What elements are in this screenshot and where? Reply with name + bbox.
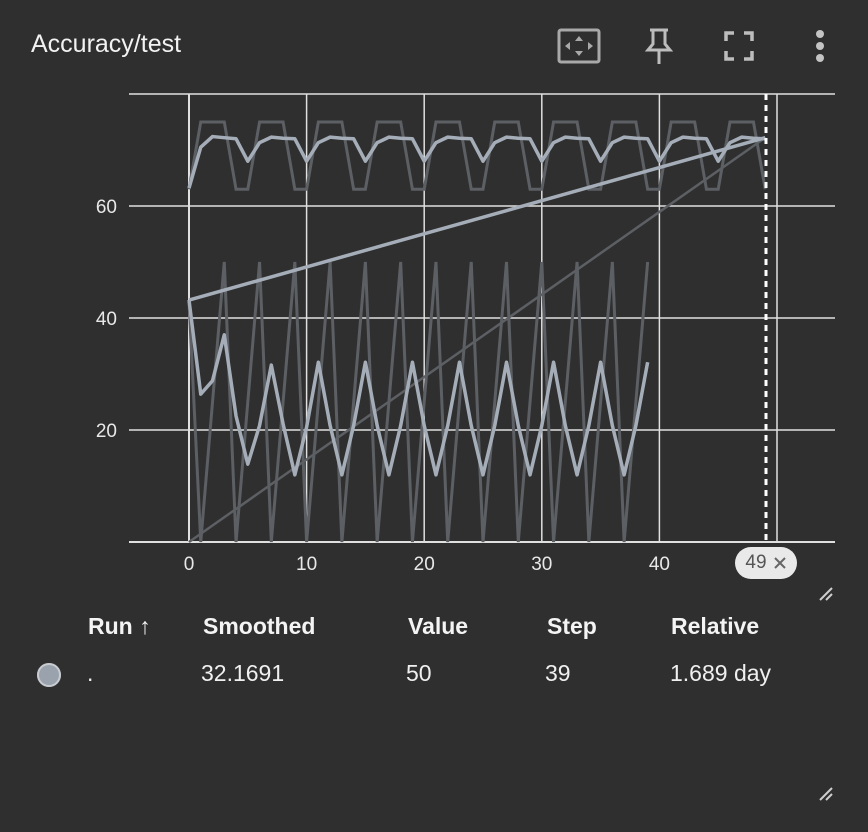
cell-value: 50 [406, 660, 432, 686]
close-icon[interactable] [773, 556, 787, 570]
resize-handle-icon[interactable] [818, 586, 834, 602]
series-line-1 [188, 135, 766, 302]
column-header-value[interactable]: Value [408, 613, 468, 640]
series-raw-top-line [187, 120, 767, 191]
column-header-step[interactable]: Step [547, 613, 597, 640]
column-header-run[interactable]: Run ↑ [88, 613, 151, 640]
x-tick-label: 40 [649, 554, 670, 575]
cell-smoothed: 32.1691 [201, 660, 285, 686]
column-header-smoothed[interactable]: Smoothed [203, 613, 315, 640]
scalar-card: Accuracy/test 010203040204060 49 [0, 0, 868, 832]
column-header-relative[interactable]: Relative [671, 613, 759, 640]
chart-series [187, 120, 767, 544]
x-tick-label: 30 [531, 554, 552, 575]
x-tick-label: 20 [414, 554, 435, 575]
cell-step: 39 [545, 660, 571, 686]
series-raw-diagonal [188, 136, 766, 544]
step-badge-label: 49 [745, 552, 767, 573]
run-color-swatch[interactable] [37, 663, 61, 687]
cell-relative: 1.689 day [670, 660, 772, 686]
x-tick-label: 10 [296, 554, 317, 575]
x-tick-label: 0 [184, 554, 195, 575]
chart-ticks: 0 10 20 30 40 20 40 60 [96, 197, 670, 575]
y-tick-label: 40 [96, 309, 117, 330]
y-tick-label: 60 [96, 197, 117, 218]
line-chart[interactable]: 0 10 20 30 40 20 40 60 [0, 0, 868, 600]
step-badge[interactable]: 49 [735, 547, 797, 579]
cell-run: . [87, 660, 94, 686]
y-tick-label: 20 [96, 421, 117, 442]
resize-handle-icon[interactable] [818, 786, 834, 802]
